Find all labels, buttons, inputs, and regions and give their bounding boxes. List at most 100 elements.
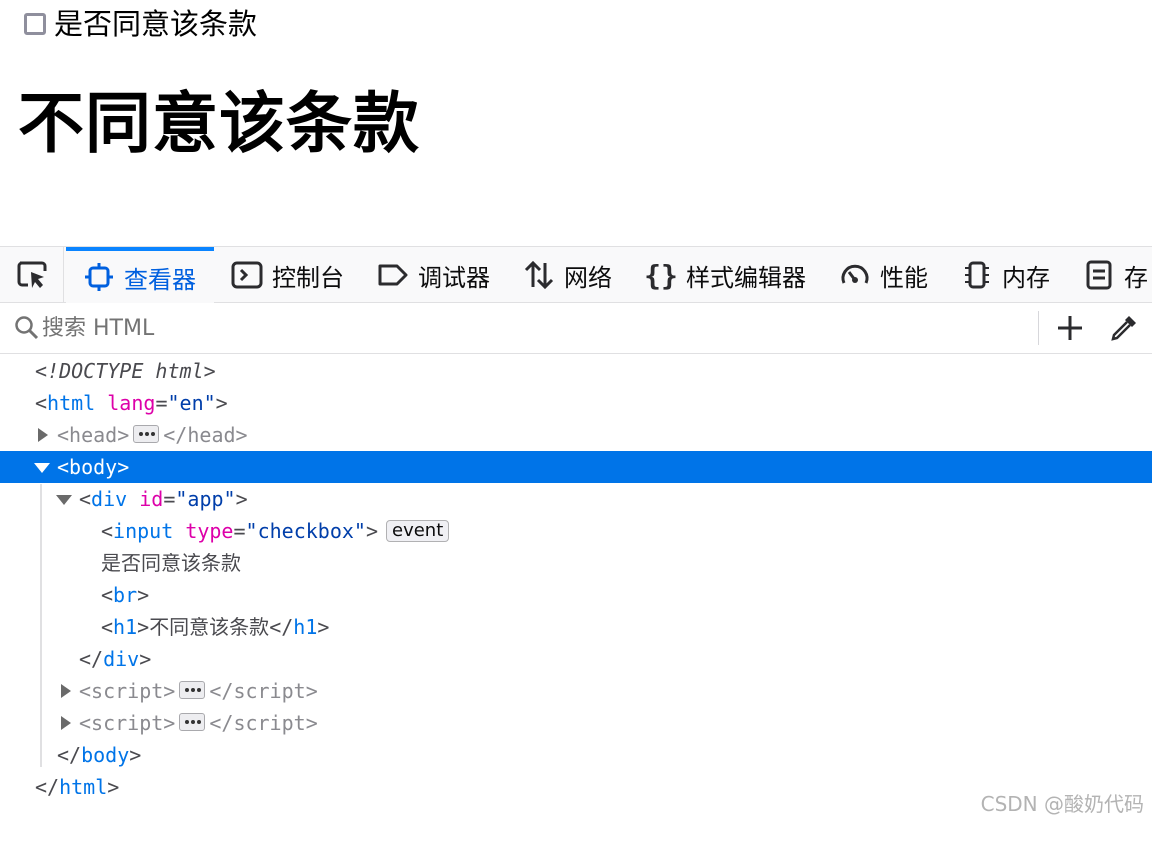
tab-network[interactable]: 网络	[506, 247, 628, 303]
expand-toggle-icon[interactable]	[61, 684, 71, 698]
tab-storage-label: 存	[1124, 263, 1148, 292]
script-tag-name: script	[91, 711, 164, 735]
agree-label: 是否同意该条款	[54, 7, 258, 41]
input-tag-name: input	[113, 519, 174, 543]
debugger-icon	[376, 258, 410, 292]
tab-style-editor-label: 样式编辑器	[686, 263, 806, 292]
tree-node-doctype[interactable]: <!DOCTYPE html>	[0, 355, 1152, 387]
html-search-bar	[0, 303, 1152, 354]
element-picker-icon	[17, 261, 46, 288]
tree-node-text[interactable]: 是否同意该条款	[0, 547, 1152, 579]
h1-tag-name: h1	[113, 615, 138, 639]
tree-node-br[interactable]: <br>	[0, 579, 1152, 611]
tab-memory-label: 内存	[1002, 263, 1050, 292]
lang-value: "en"	[167, 391, 216, 415]
add-node-button[interactable]	[1054, 312, 1086, 344]
search-icon	[15, 316, 39, 340]
doctype-text: <!DOCTYPE html>	[35, 359, 216, 383]
devtools-panel: 查看器 控制台 调试器 网络 {} 样式编辑器 性能 内存 存 搜索 HTML …	[0, 246, 1152, 823]
tab-style-editor[interactable]: {} 样式编辑器	[628, 247, 822, 303]
tab-performance-label: 性能	[880, 263, 928, 292]
ellipsis-button[interactable]	[179, 681, 206, 699]
tree-node-html[interactable]: <html lang="en">	[0, 387, 1152, 419]
ellipsis-button[interactable]	[133, 425, 160, 443]
expand-toggle-icon[interactable]	[38, 428, 48, 442]
inspector-icon	[82, 260, 116, 294]
head-tag-name: head	[69, 423, 118, 447]
tab-performance[interactable]: 性能	[822, 247, 944, 303]
tab-console-label: 控制台	[272, 263, 344, 292]
tab-console[interactable]: 控制台	[214, 247, 360, 303]
input-tag: <input type="checkbox"> event	[101, 515, 450, 547]
tab-debugger[interactable]: 调试器	[360, 247, 506, 303]
lang-attr: lang	[107, 391, 156, 415]
tree-node-div-app[interactable]: <div id="app">	[0, 483, 1152, 515]
tab-debugger-label: 调试器	[418, 263, 490, 292]
style-editor-icon: {}	[644, 258, 678, 292]
event-badge[interactable]: event	[386, 519, 450, 542]
tree-node-script[interactable]: <script> </script>	[0, 675, 1152, 707]
tab-network-label: 网络	[564, 263, 612, 292]
h1-tag: <h1>不同意该条款</h1>	[101, 615, 330, 639]
script-tag-name: script	[91, 679, 164, 703]
page-viewport: 是否同意该条款 不同意该条款	[0, 0, 1152, 246]
script-node-text: <script> </script>	[79, 679, 318, 703]
markup-tree: <!DOCTYPE html> <html lang="en"> <head> <…	[0, 354, 1152, 823]
body-tag-name: body	[69, 455, 118, 479]
html-close-tag: </html>	[35, 775, 120, 799]
h1-close-tag-name: h1	[293, 615, 318, 639]
tree-node-body[interactable]: <body>	[0, 451, 1152, 483]
tab-inspector[interactable]: 查看器	[66, 247, 214, 303]
script-node-text: <script> </script>	[79, 711, 318, 735]
page-heading: 不同意该条款	[18, 84, 420, 162]
body-open-tag: <body>	[57, 455, 130, 479]
tree-node-input[interactable]: <input type="checkbox"> event	[0, 515, 1152, 547]
network-icon	[522, 258, 556, 292]
body-close-tag-name: body	[81, 743, 130, 767]
text-node: 是否同意该条款	[101, 551, 241, 575]
eyedropper-button[interactable]	[1108, 312, 1140, 344]
tree-node-div-close[interactable]: </div>	[0, 643, 1152, 675]
tree-node-script[interactable]: <script> </script>	[0, 707, 1152, 739]
type-attr: type	[185, 519, 234, 543]
ellipsis-button[interactable]	[179, 713, 206, 731]
search-divider	[1038, 311, 1039, 345]
h1-text: 不同意该条款	[149, 615, 270, 639]
collapse-toggle-icon[interactable]	[34, 463, 50, 473]
html-search-input[interactable]	[42, 311, 1022, 345]
tab-memory[interactable]: 内存	[944, 247, 1066, 303]
br-tag-name: br	[113, 583, 138, 607]
tree-node-h1[interactable]: <h1>不同意该条款</h1>	[0, 611, 1152, 643]
console-icon	[230, 258, 264, 292]
tab-inspector-label: 查看器	[124, 265, 196, 294]
head-node-text: <head> </head>	[57, 423, 248, 447]
type-value: "checkbox"	[245, 519, 366, 543]
script-close-tag-name: script	[233, 679, 306, 703]
div-tag-name: div	[91, 487, 128, 511]
tree-node-body-close[interactable]: </body>	[0, 739, 1152, 771]
expand-toggle-icon[interactable]	[61, 716, 71, 730]
html-tag-name: html	[47, 391, 96, 415]
id-value: "app"	[175, 487, 236, 511]
devtools-toolbar: 查看器 控制台 调试器 网络 {} 样式编辑器 性能 内存 存	[0, 246, 1152, 303]
id-attr: id	[139, 487, 164, 511]
tree-node-head[interactable]: <head> </head>	[0, 419, 1152, 451]
performance-icon	[838, 258, 872, 292]
html-open-tag: <html lang="en">	[35, 391, 228, 415]
storage-icon	[1082, 258, 1116, 292]
body-close-tag: </body>	[57, 743, 142, 767]
watermark: CSDN @酸奶代码	[980, 792, 1144, 816]
element-picker-button[interactable]	[0, 247, 64, 303]
script-close-tag-name: script	[233, 711, 306, 735]
br-tag: <br>	[101, 583, 150, 607]
html-close-tag-name: html	[59, 775, 108, 799]
div-close-tag: </div>	[79, 647, 152, 671]
tab-storage[interactable]: 存	[1066, 247, 1152, 303]
agree-checkbox[interactable]	[24, 13, 46, 35]
div-close-tag-name: div	[103, 647, 140, 671]
memory-icon	[960, 258, 994, 292]
collapse-toggle-icon[interactable]	[56, 495, 72, 505]
tree-node-html-close[interactable]: </html>	[0, 771, 1152, 803]
agree-row: 是否同意该条款	[24, 4, 257, 44]
head-close-tag-name: head	[187, 423, 236, 447]
